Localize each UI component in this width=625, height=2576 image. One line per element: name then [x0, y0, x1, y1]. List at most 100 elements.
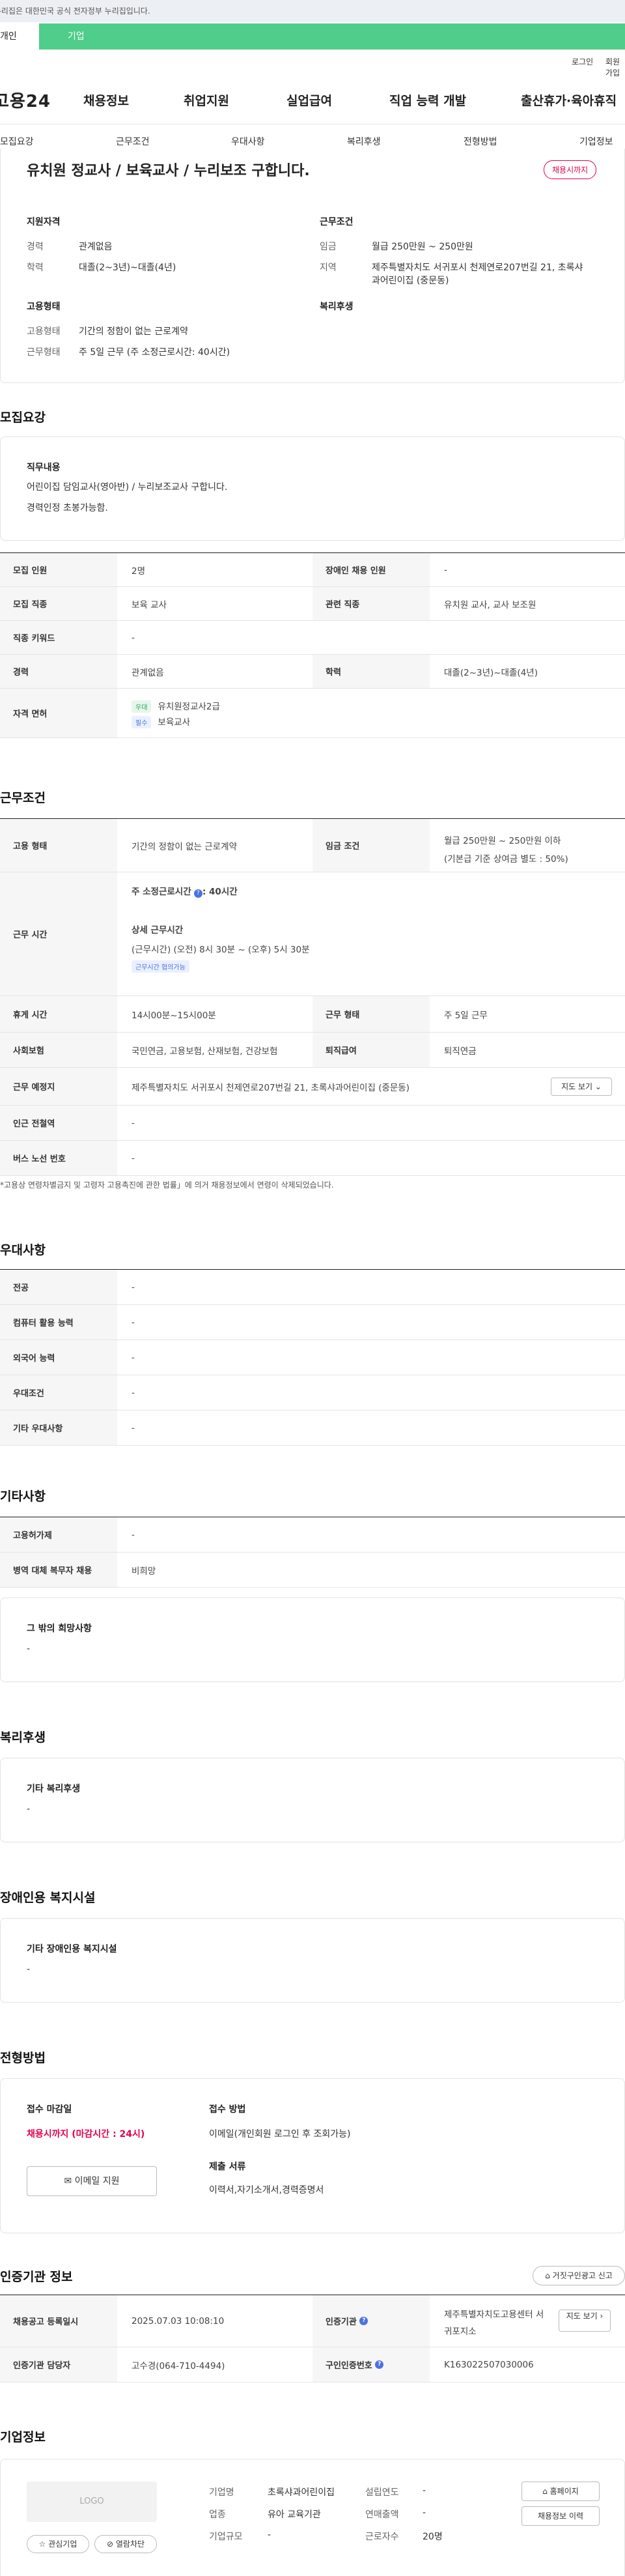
industry-value: 유아 교육기관: [268, 2510, 321, 2520]
language-value: -: [132, 1352, 135, 1363]
tab-company[interactable]: 기업: [39, 23, 625, 50]
welfare-box-heading: 기타 복리후생: [27, 1784, 81, 1794]
table-row: 버스 노선 번호 -: [0, 1141, 625, 1176]
selection-heading: 전형방법: [0, 2051, 46, 2065]
anchor-pref[interactable]: 우대사항: [231, 135, 265, 148]
pref-heading: 우대사항: [0, 1243, 46, 1257]
disab-card: 기타 장애인용 복지시설 -: [0, 1918, 625, 2003]
hours-cell: 주 소정근로시간 ?: 40시간 상세 근무시간 (근무시간) (오전) 8시 …: [117, 872, 310, 995]
block-view-button[interactable]: ⊘ 열람차단: [94, 2535, 157, 2553]
welfare-card: 기타 복리후생 -: [0, 1758, 625, 1842]
exp-label: 경력: [27, 242, 44, 252]
hiring-history-button[interactable]: 채용정보 이력: [521, 2506, 600, 2526]
industry-label: 업종: [209, 2510, 226, 2520]
pay-cond-label: 임금 조건: [312, 819, 430, 872]
table-row: 직종 키워드 -: [0, 621, 625, 655]
hours-label: 근무 시간: [0, 872, 117, 995]
form-label: 근무형태: [27, 347, 61, 358]
disabled-count-label: 장애인 채용 인원: [312, 553, 430, 586]
retirement-value: 퇴직연금: [444, 1046, 477, 1057]
license-2: 보육교사: [158, 717, 191, 728]
gnb-unemployment-benefit[interactable]: 실업급여: [286, 91, 332, 109]
cert-map-button[interactable]: 지도 보기 ›: [559, 2310, 611, 2332]
info-icon[interactable]: ?: [193, 889, 202, 898]
gov-banner-text: 이 누리집은 대한민국 공식 전자정부 누리집입니다.: [0, 7, 150, 16]
type-value: 기간의 정함이 없는 근로계약: [79, 326, 188, 337]
sales-label: 연매출액: [365, 2510, 399, 2520]
military-label: 병역 대체 복무자 채용: [0, 1553, 117, 1587]
docs-heading: 제출 서류: [209, 2162, 246, 2172]
cert-org-label-text: 인증기관: [326, 2317, 357, 2327]
gnb-employment-support[interactable]: 취업지원: [184, 91, 229, 109]
company-heading: 기업정보: [0, 2430, 46, 2444]
anchor-selection[interactable]: 전형방법: [464, 135, 497, 148]
cert-manager-value: 고수경(064-710-4494): [132, 2360, 225, 2371]
anchor-work[interactable]: 근무조건: [116, 135, 150, 148]
info-icon[interactable]: ?: [375, 2360, 384, 2369]
cert-org-label: 인증기관 ?: [312, 2295, 430, 2347]
join-link[interactable]: 회원가입: [605, 56, 625, 78]
home-icon: ⌂: [545, 2271, 550, 2280]
pay-label: 임금: [320, 242, 337, 252]
etc-table: 고용허가제 - 병역 대체 복무자 채용 비희망: [0, 1517, 625, 1588]
job-title: 유치원 정교사 / 보육교사 / 누리보조 구합니다.: [27, 163, 310, 179]
favorite-company-button[interactable]: ☆ 관심기업: [27, 2535, 89, 2553]
email-apply-button[interactable]: ✉ 이메일 지원: [27, 2166, 157, 2196]
disabled-count-value: -: [444, 564, 447, 575]
company-size-label: 기업규모: [209, 2532, 243, 2542]
map-button[interactable]: 지도 보기 ⌄: [551, 1078, 612, 1096]
recruit-heading: 모집요강: [0, 410, 46, 425]
disab-box-value: -: [27, 1964, 31, 1975]
cond-heading: 근무조건: [320, 217, 354, 227]
table-row: 근무 예정지 제주특별자치도 서귀포시 천제연로207번길 21, 초록샤과어린…: [0, 1068, 625, 1106]
emp-heading: 고용형태: [27, 302, 61, 312]
edu-value: 대졸(2~3년)~대졸(4년): [79, 263, 176, 273]
company-card: LOGO ☆ 관심기업 ⊘ 열람차단 기업명 초록샤과어린이집 업종 유아 교육…: [0, 2459, 625, 2576]
major-value: -: [132, 1281, 135, 1293]
work-permit-label: 고용허가제: [0, 1517, 117, 1552]
tab-personal[interactable]: 개인: [0, 23, 39, 50]
pref-table: 전공 - 컴퓨터 활용 능력 - 외국어 능력 - 우대조건 - 기타 우대사항 -: [0, 1269, 625, 1446]
welfare-heading: 복리후생: [320, 302, 354, 312]
employees-value: 20명: [423, 2532, 443, 2542]
other-pref-label: 기타 우대사항: [0, 1410, 117, 1445]
license-1: 유치원정교사2급: [158, 702, 220, 712]
site-logo[interactable]: 고용24: [0, 88, 51, 112]
docs-value: 이력서,자기소개서,경력증명서: [209, 2185, 324, 2196]
table-row: 채용공고 등록일시 2025.07.03 10:08:10 인증기관 ? 제주특…: [0, 2295, 625, 2347]
major-label: 전공: [0, 1270, 117, 1304]
table-row: 기타 우대사항 -: [0, 1410, 625, 1446]
anchor-welfare[interactable]: 복리후생: [347, 135, 381, 148]
company-name-value: 초록샤과어린이집: [268, 2487, 335, 2498]
preferred-tag: 우대: [132, 700, 152, 713]
loc-value-line1: 제주특별자치도 서귀포시 천제연로207번길 21, 초록샤: [372, 263, 583, 273]
pay-cond-line1: 월급 250만원 ~ 250만원 이하: [444, 836, 561, 846]
homepage-button[interactable]: ⌂ 홈페이지: [521, 2482, 600, 2501]
break-value: 14시00분~15시00분: [132, 1010, 216, 1021]
page: 이 누리집은 대한민국 공식 전자정부 누리집입니다. 개인 기업 로그인 회원…: [0, 0, 625, 2576]
language-label: 외국어 능력: [0, 1340, 117, 1375]
fake-ad-report-button[interactable]: ⌂ 거짓구인광고 신고: [533, 2266, 625, 2285]
detail-hours-value: (근무시간) (오전) 8시 30분 ~ (오후) 5시 30분: [132, 945, 310, 955]
insurance-value: 국민연금, 고용보험, 산재보험, 건강보험: [132, 1046, 278, 1057]
login-link[interactable]: 로그인: [572, 56, 593, 67]
chevron-right-icon: ›: [600, 2311, 604, 2321]
table-row: 외국어 능력 -: [0, 1340, 625, 1375]
workplace-value: 제주특별자치도 서귀포시 천제연로207번길 21, 초록샤과어린이집 (중문동…: [132, 1082, 410, 1093]
anchor-recruit[interactable]: 모집요강: [0, 135, 34, 148]
loc-value-line2: 과어린이집 (중문동): [372, 276, 449, 286]
other-pref-value: -: [132, 1422, 135, 1433]
bus-value: -: [132, 1152, 135, 1164]
table-row: 사회보험 국민연금, 고용보험, 산재보험, 건강보험 퇴직급여 퇴직연금: [0, 1033, 625, 1068]
exp-value: 관계없음: [79, 242, 113, 252]
pay-cond-cell: 월급 250만원 ~ 250만원 이하 (기본급 기준 상여금 별도 : 50%…: [430, 819, 568, 872]
company-logo: LOGO: [27, 2482, 157, 2522]
reg-date-label: 채용공고 등록일시: [0, 2295, 117, 2347]
table-row: 경력 관계없음 학력 대졸(2~3년)~대졸(4년): [0, 655, 625, 689]
gnb-vocational-training[interactable]: 직업 능력 개발: [389, 91, 466, 109]
count-value: 2명: [132, 565, 146, 577]
anchor-company[interactable]: 기업정보: [579, 135, 613, 148]
gnb-parental-leave[interactable]: 출산휴가·육아휴직: [521, 91, 617, 109]
gnb-jobs[interactable]: 채용정보: [83, 91, 129, 109]
info-icon[interactable]: ?: [359, 2317, 368, 2325]
